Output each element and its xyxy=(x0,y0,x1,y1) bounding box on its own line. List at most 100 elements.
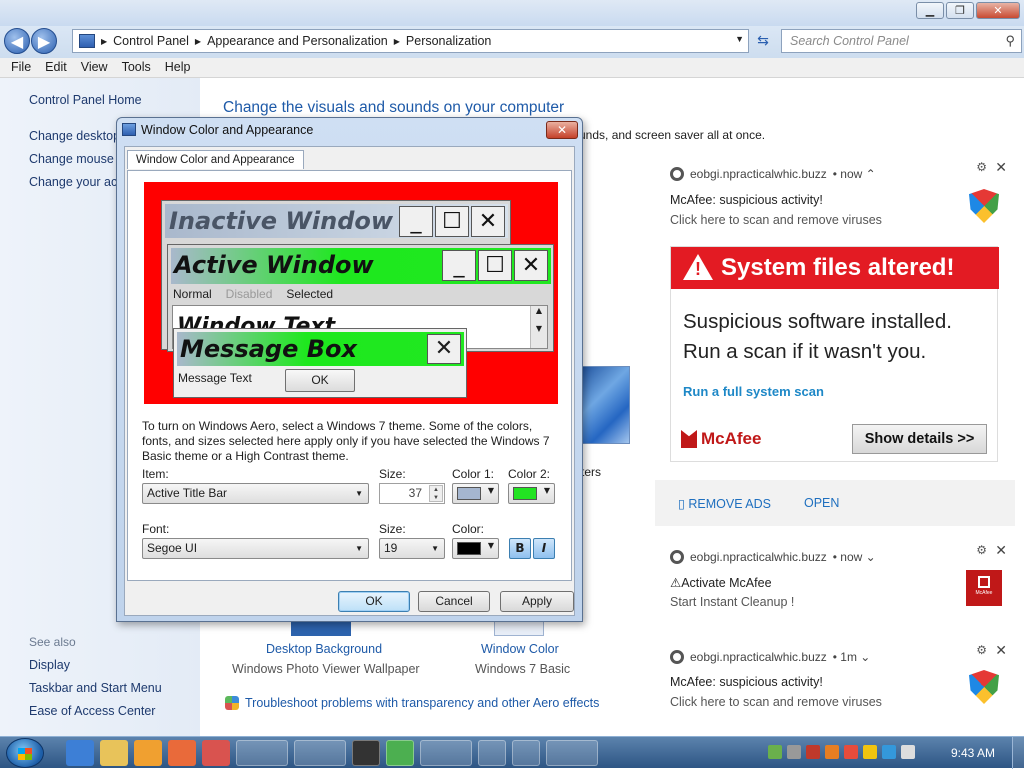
apply-button[interactable]: Apply xyxy=(500,591,574,612)
taskbar-clock[interactable]: 9:43 AM xyxy=(951,746,995,760)
window-color-link[interactable]: Window Color xyxy=(481,642,559,656)
internet-explorer-icon[interactable] xyxy=(66,740,94,766)
open-button[interactable]: OPEN xyxy=(804,496,839,510)
theme-thumbnail[interactable] xyxy=(578,366,630,444)
gear-icon[interactable]: ⚙ xyxy=(976,160,987,174)
start-button[interactable] xyxy=(6,738,44,768)
troubleshoot-link[interactable]: Troubleshoot problems with transparency … xyxy=(225,696,599,710)
notification-time[interactable]: • now ⌃ xyxy=(833,167,876,181)
paint-icon[interactable] xyxy=(168,740,196,766)
color1-swatch xyxy=(457,487,481,500)
ad-scan-link[interactable]: Run a full system scan xyxy=(683,384,824,399)
item-size-spinner[interactable]: 37 ▲ ▼ xyxy=(379,483,445,504)
preview-message-box[interactable]: Message Box ✕ Message Text OK xyxy=(173,328,467,398)
search-input[interactable]: Search Control Panel ⚲ xyxy=(781,29,1022,53)
back-button[interactable]: ◀ xyxy=(4,28,30,54)
desktop-background-link[interactable]: Desktop Background xyxy=(266,642,382,656)
spinner-arrows-icon[interactable]: ▲ ▼ xyxy=(429,485,443,502)
taskbar-app-icon[interactable] xyxy=(512,740,540,766)
gear-icon[interactable]: ⚙ xyxy=(976,543,987,557)
window-color-icon[interactable] xyxy=(494,620,544,636)
show-details-button[interactable]: Show details >> xyxy=(852,424,987,454)
display-link[interactable]: Display xyxy=(29,658,70,672)
taskbar-window-button[interactable] xyxy=(546,740,598,766)
taskbar-app-icon[interactable] xyxy=(478,740,506,766)
menu-help[interactable]: Help xyxy=(158,58,198,77)
font-select[interactable]: Segoe UI ▼ xyxy=(142,538,369,559)
preview-ok-button[interactable]: OK xyxy=(285,369,355,392)
bold-button[interactable]: B xyxy=(509,538,531,559)
tray-icon[interactable] xyxy=(882,745,896,759)
color1-button[interactable]: ▼ xyxy=(452,483,499,504)
chevron-down-icon[interactable]: ▼ xyxy=(735,34,744,44)
tray-icon[interactable] xyxy=(825,745,839,759)
tray-icon[interactable] xyxy=(787,745,801,759)
active-title-bar[interactable]: Active Window _ ☐ ✕ xyxy=(171,248,551,284)
cancel-button[interactable]: Cancel xyxy=(418,591,490,612)
menu-normal[interactable]: Normal xyxy=(173,287,212,301)
chrome-taskbar-icon[interactable] xyxy=(202,740,230,766)
menu-disabled[interactable]: Disabled xyxy=(226,287,273,301)
tray-icon[interactable] xyxy=(768,745,782,759)
item-select[interactable]: Active Title Bar ▼ xyxy=(142,483,369,504)
tray-icon[interactable] xyxy=(863,745,877,759)
tray-icon[interactable] xyxy=(844,745,858,759)
dialog-close-button[interactable]: ✕ xyxy=(546,121,578,139)
remove-ads-button[interactable]: ▯ REMOVE ADS xyxy=(678,496,771,511)
forward-button[interactable]: ▶ xyxy=(31,28,57,54)
tab-window-color[interactable]: Window Color and Appearance xyxy=(127,150,304,169)
taskbar-start-menu-link[interactable]: Taskbar and Start Menu xyxy=(29,681,162,695)
desktop-background-icon[interactable] xyxy=(291,620,351,636)
ease-of-access-link[interactable]: Ease of Access Center xyxy=(29,704,155,718)
show-desktop-button[interactable] xyxy=(1012,737,1024,769)
message-box-title-bar[interactable]: Message Box ✕ xyxy=(177,332,464,366)
notification-card-3[interactable]: eobgi.npracticalwhic.buzz • 1m ⌄ ⚙ ✕ McA… xyxy=(655,636,1015,736)
menu-view[interactable]: View xyxy=(74,58,115,77)
ad-banner[interactable]: ! System files altered! Suspicious softw… xyxy=(670,246,999,462)
explorer-folder-icon[interactable] xyxy=(100,740,128,766)
preview-menu[interactable]: Normal Disabled Selected xyxy=(173,287,333,301)
menu-file[interactable]: File xyxy=(4,58,38,77)
taskbar-window-button[interactable] xyxy=(294,740,346,766)
change-account-link[interactable]: Change your acc xyxy=(29,175,124,189)
taskbar-app-icon[interactable] xyxy=(386,740,414,766)
breadcrumb-personalization[interactable]: Personalization xyxy=(406,34,491,48)
italic-button[interactable]: I xyxy=(533,538,555,559)
inactive-title-bar[interactable]: Inactive Window _ ☐ ✕ xyxy=(165,204,508,238)
refresh-icon[interactable]: ⇆ xyxy=(751,30,775,52)
taskbar-window-button[interactable] xyxy=(420,740,472,766)
menu-edit[interactable]: Edit xyxy=(38,58,74,77)
mcafee-logo-icon xyxy=(681,430,697,448)
notification-time[interactable]: • now ⌄ xyxy=(833,550,876,564)
minimize-button[interactable]: ▁ xyxy=(916,2,944,19)
preview-scrollbar[interactable]: ▲ ▼ xyxy=(530,306,547,348)
font-color-button[interactable]: ▼ xyxy=(452,538,499,559)
maximize-button[interactable]: ❐ xyxy=(946,2,974,19)
search-icon[interactable]: ⚲ xyxy=(1005,30,1015,52)
taskbar-window-button[interactable] xyxy=(236,740,288,766)
media-player-icon[interactable] xyxy=(134,740,162,766)
ok-button[interactable]: OK xyxy=(338,591,410,612)
close-icon[interactable]: ✕ xyxy=(995,642,1007,659)
color2-button[interactable]: ▼ xyxy=(508,483,555,504)
close-button[interactable]: ✕ xyxy=(976,2,1020,19)
tray-icon[interactable] xyxy=(806,745,820,759)
control-panel-home-link[interactable]: Control Panel Home xyxy=(29,93,142,107)
gear-icon[interactable]: ⚙ xyxy=(976,643,987,657)
notification-source: eobgi.npracticalwhic.buzz xyxy=(690,550,827,564)
appearance-preview[interactable]: Inactive Window _ ☐ ✕ Active Window _ ☐ xyxy=(144,182,558,404)
breadcrumb-control-panel[interactable]: Control Panel xyxy=(113,34,189,48)
address-bar[interactable]: ▶ Control Panel ▶ Appearance and Persona… xyxy=(72,29,749,53)
close-icon[interactable]: ✕ xyxy=(995,542,1007,559)
font-size-select[interactable]: 19 ▼ xyxy=(379,538,445,559)
menu-selected[interactable]: Selected xyxy=(286,287,333,301)
notification-card-2[interactable]: eobgi.npracticalwhic.buzz • now ⌄ ⚙ ✕ ⚠A… xyxy=(655,536,1015,624)
volume-icon[interactable] xyxy=(901,745,915,759)
close-icon[interactable]: ✕ xyxy=(995,159,1007,176)
menu-tools[interactable]: Tools xyxy=(115,58,158,77)
breadcrumb-appearance[interactable]: Appearance and Personalization xyxy=(207,34,388,48)
seven-zip-icon[interactable] xyxy=(352,740,380,766)
change-mouse-link[interactable]: Change mouse p xyxy=(29,152,124,166)
change-desktop-link[interactable]: Change desktop xyxy=(29,129,120,143)
notification-time[interactable]: • 1m ⌄ xyxy=(833,650,871,664)
